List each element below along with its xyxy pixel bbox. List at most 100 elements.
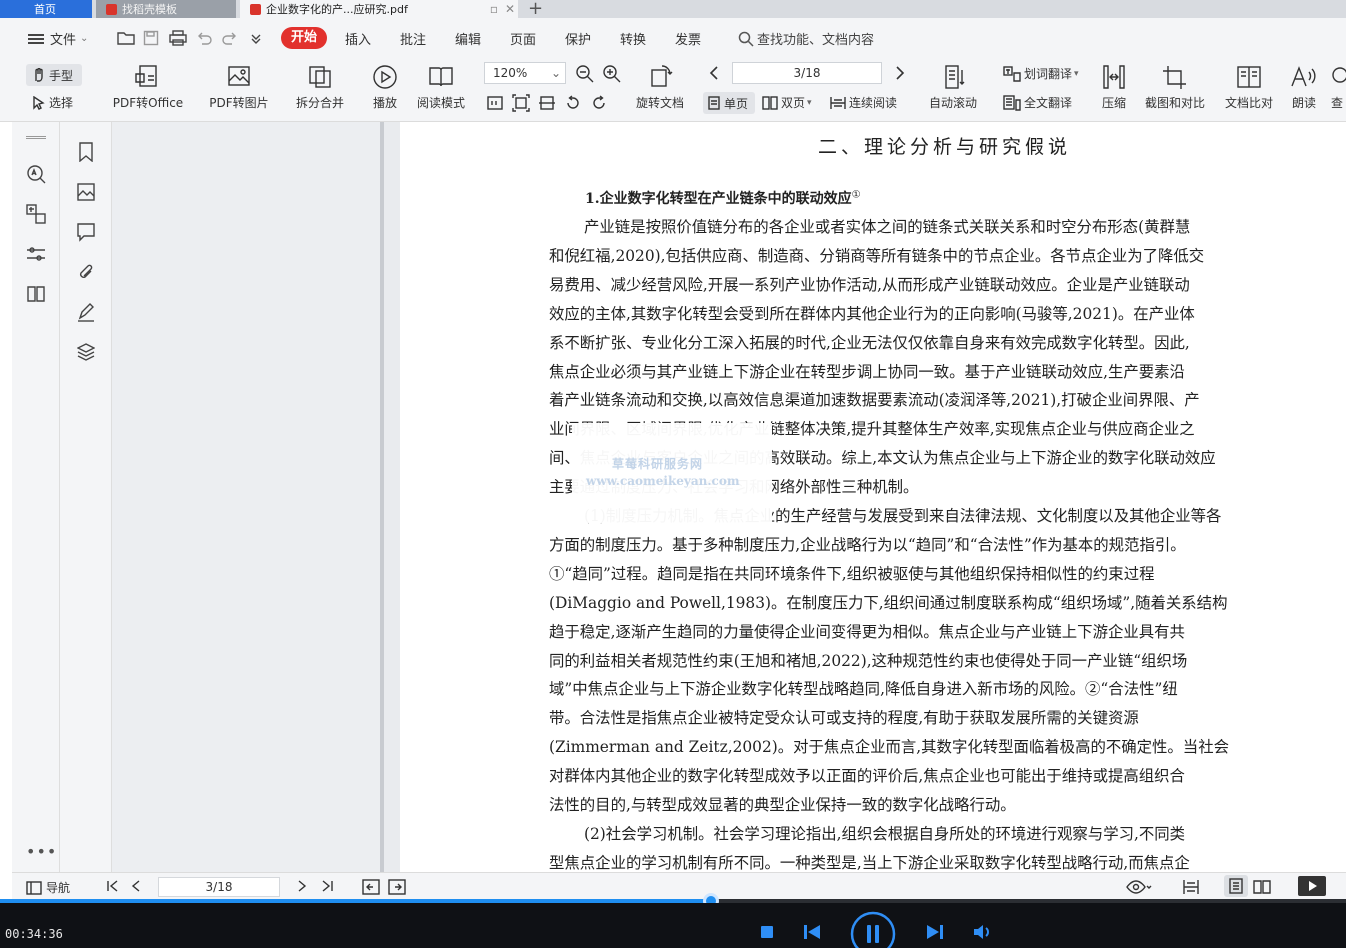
read-mode-button[interactable]: 阅读模式 — [412, 64, 470, 111]
continuous-view-icon[interactable] — [1182, 879, 1200, 895]
pdf-to-image-button[interactable]: PDF转图片 — [205, 64, 273, 111]
quick-access-more-icon[interactable] — [250, 30, 262, 46]
pause-icon[interactable] — [850, 911, 896, 948]
rotate-document-button[interactable]: 旋转文档 — [630, 64, 690, 111]
watermark-cn: 草莓科研服务网 — [612, 457, 704, 471]
slideshow-play-icon[interactable] — [1298, 876, 1326, 896]
adjust-settings-icon[interactable] — [26, 244, 46, 264]
chevron-down-icon: ▾ — [1074, 68, 1079, 79]
search-document-icon[interactable] — [26, 164, 46, 184]
zoom-select[interactable]: 120% ⌄ — [484, 62, 566, 84]
search-icon — [738, 31, 754, 47]
playback-time: 00:34:36 — [5, 927, 63, 941]
continuous-read-icon — [830, 96, 846, 109]
find-button[interactable]: 查 — [1328, 64, 1346, 111]
pdf-to-office-button[interactable]: PDF转Office — [105, 64, 191, 111]
previous-page-icon[interactable] — [708, 65, 720, 81]
menu-insert[interactable]: 插入 — [345, 29, 371, 48]
tab-document[interactable]: 企业数字化的产...应研究.pdf ▫ ✕ — [240, 0, 518, 18]
select-tool-label: 选择 — [49, 96, 74, 110]
menu-file[interactable]: 文件 ⌄ — [28, 29, 88, 48]
undo-icon[interactable] — [196, 30, 212, 46]
next-page-icon[interactable] — [296, 879, 308, 893]
comment-icon[interactable] — [77, 222, 95, 242]
split-merge-button[interactable]: 拆分合并 — [286, 64, 354, 111]
menu-start[interactable]: 开始 — [281, 27, 327, 49]
menu-invoice[interactable]: 发票 — [675, 29, 701, 48]
stop-icon[interactable] — [760, 925, 774, 939]
translate-sidebar-icon[interactable] — [26, 204, 46, 224]
thumbnail-image-icon[interactable] — [77, 182, 95, 202]
back-view-icon[interactable] — [362, 879, 380, 895]
actual-size-icon[interactable] — [486, 94, 504, 112]
word-translate-button[interactable]: 划词翻译 ▾ — [1003, 65, 1079, 82]
more-icon[interactable]: ••• — [26, 842, 57, 861]
read-aloud-button[interactable]: 朗读 — [1286, 64, 1322, 111]
fit-page-icon[interactable] — [512, 94, 530, 112]
menu-protect[interactable]: 保护 — [565, 29, 591, 48]
screenshot-compare-button[interactable]: 截图和对比 — [1140, 64, 1210, 111]
menu-edit[interactable]: 编辑 — [455, 29, 481, 48]
document-viewport[interactable]: 二、理论分析与研究假说 1.企业数字化转型在产业链条中的联动效应① 产业链是按照… — [384, 122, 1346, 872]
single-page-view-icon[interactable] — [1224, 875, 1248, 897]
text-line: (Zimmerman and Zeitz,2002)。对于焦点企业而言,其数字化… — [549, 738, 1229, 757]
tab-bar: 首页 找稻壳模板 企业数字化的产...应研究.pdf ▫ ✕ + — [0, 0, 1346, 19]
save-icon[interactable] — [143, 30, 159, 46]
doc-compare-button[interactable]: 文档比对 — [1220, 64, 1278, 111]
tab-close-icon[interactable]: ✕ — [502, 2, 518, 16]
select-tool-button[interactable]: 选择 — [32, 94, 73, 111]
redo-icon[interactable] — [222, 30, 238, 46]
rotate-left-icon[interactable] — [564, 94, 582, 112]
play-button[interactable]: 播放 — [365, 64, 405, 111]
rotate-document-icon — [651, 65, 673, 87]
layers-icon[interactable] — [77, 342, 95, 362]
auto-scroll-icon — [945, 65, 965, 89]
rotate-right-icon[interactable] — [590, 94, 608, 112]
zoom-out-icon[interactable] — [575, 64, 595, 84]
print-icon[interactable] — [169, 30, 187, 46]
forward-view-icon[interactable] — [388, 879, 406, 895]
zoom-in-icon[interactable] — [602, 64, 622, 84]
single-page-icon — [708, 96, 720, 110]
skip-next-icon[interactable] — [926, 924, 944, 940]
volume-icon[interactable] — [973, 924, 993, 940]
next-page-icon[interactable] — [894, 65, 906, 81]
menu-annotate[interactable]: 批注 — [400, 29, 426, 48]
first-page-icon[interactable] — [106, 879, 120, 893]
navigation-panel-icon — [26, 880, 42, 895]
navigation-toggle[interactable]: 导航 — [26, 879, 70, 896]
tab-template-label: 找稻壳模板 — [122, 3, 177, 16]
find-icon — [1332, 67, 1346, 83]
double-page-view-icon[interactable] — [1252, 879, 1272, 895]
page-number-field[interactable]: 3/18 — [732, 62, 882, 84]
compress-button[interactable]: 压缩 — [1096, 64, 1132, 111]
skip-previous-icon[interactable] — [803, 924, 821, 940]
tab-template[interactable]: 找稻壳模板 — [96, 0, 236, 18]
full-translate-button[interactable]: 全文翻译 — [1003, 94, 1072, 111]
last-page-icon[interactable] — [320, 879, 334, 893]
menu-convert[interactable]: 转换 — [620, 29, 646, 48]
tab-pin-icon[interactable]: ▫ — [486, 2, 502, 16]
continuous-read-button[interactable]: 连续阅读 — [830, 94, 897, 111]
open-folder-icon[interactable] — [117, 30, 135, 46]
single-page-button[interactable]: 单页 — [703, 92, 755, 114]
signature-icon[interactable] — [77, 302, 95, 322]
attachment-icon[interactable] — [77, 262, 95, 282]
reading-view-icon[interactable] — [26, 284, 46, 304]
new-tab-icon[interactable]: + — [528, 0, 543, 19]
compress-label: 压缩 — [1101, 96, 1126, 110]
menu-page[interactable]: 页面 — [510, 29, 536, 48]
bookmark-icon[interactable] — [77, 142, 95, 162]
previous-page-icon[interactable] — [130, 879, 142, 893]
eye-protection-icon[interactable] — [1126, 879, 1152, 895]
search-box[interactable]: 查找功能、文档内容 — [738, 29, 874, 48]
video-player-bar: 00:34:36 — [0, 903, 1346, 948]
status-page-field[interactable]: 3/18 — [158, 877, 280, 897]
double-page-button[interactable]: 双页 ▾ — [762, 94, 812, 111]
auto-scroll-button[interactable]: 自动滚动 — [920, 64, 986, 111]
hand-tool-button[interactable]: 手型 — [26, 64, 82, 86]
fit-width-icon[interactable] — [538, 94, 556, 112]
play-label: 播放 — [372, 96, 397, 110]
tab-home[interactable]: 首页 — [0, 0, 92, 18]
search-placeholder: 查找功能、文档内容 — [757, 33, 875, 48]
